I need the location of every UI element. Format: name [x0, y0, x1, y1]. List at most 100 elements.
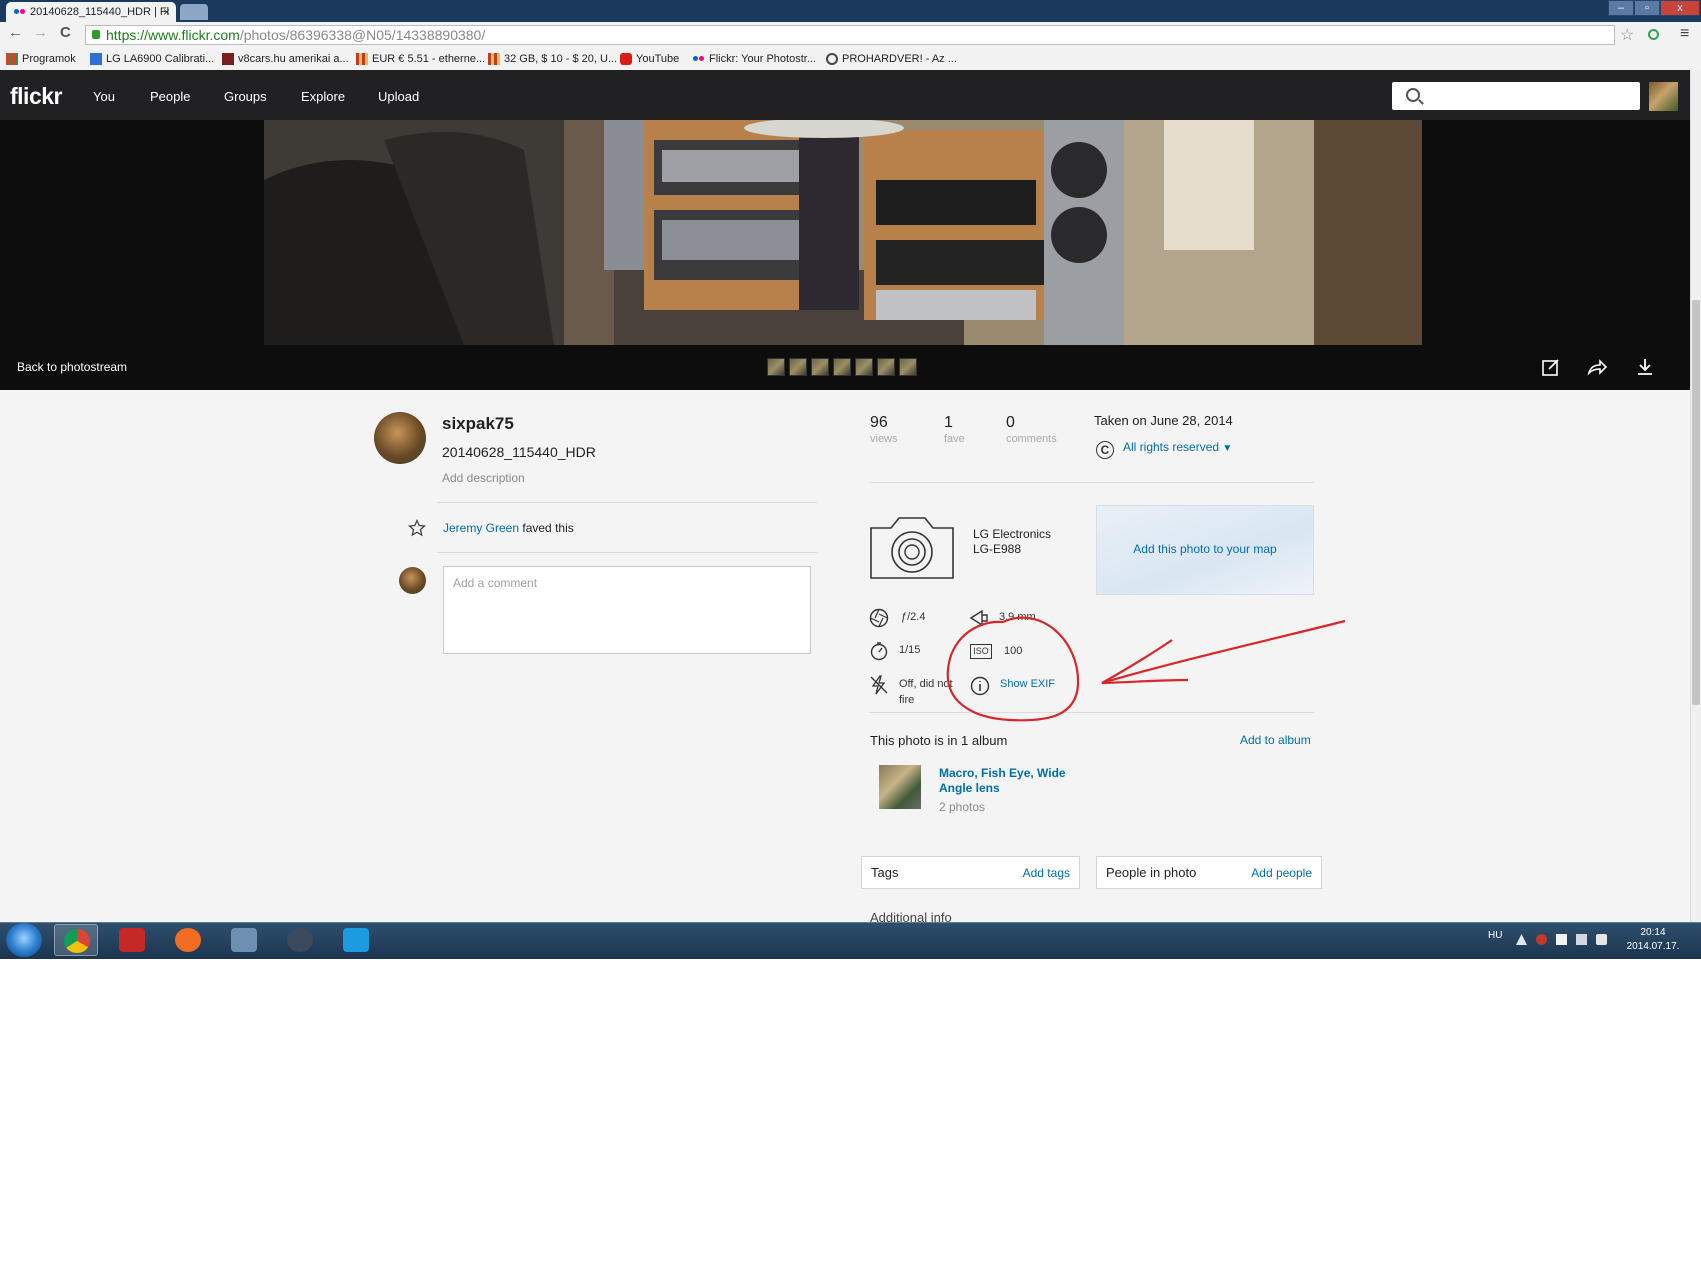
bookmark-flickr[interactable]: Flickr: Your Photostr...	[693, 51, 816, 67]
owner-avatar[interactable]	[374, 412, 426, 464]
flash-line1: Off, did not	[899, 678, 953, 690]
user-avatar[interactable]	[1649, 82, 1678, 111]
bookmark-lg[interactable]: LG LA6900 Calibrati...	[90, 51, 214, 67]
camera-info[interactable]: LG Electronics LG-E988	[973, 527, 1051, 557]
bookmark-prohardver[interactable]: PROHARDVER! - Az ...	[826, 51, 957, 67]
page-icon	[90, 53, 102, 65]
nav-people[interactable]: People	[150, 89, 190, 104]
album-name-line1: Macro, Fish Eye, Wide	[939, 766, 1066, 780]
flash-value: Off, did not fire	[899, 676, 953, 708]
nav-explore[interactable]: Explore	[301, 89, 345, 104]
photo-title[interactable]: 20140628_115440_HDR	[442, 444, 596, 460]
flickr-favicon-icon	[14, 9, 26, 15]
search-input[interactable]	[1392, 82, 1640, 110]
lock-icon	[92, 30, 100, 39]
tags-label: Tags	[871, 865, 899, 880]
taskbar-app-uplay[interactable]	[334, 924, 378, 956]
faves-label: fave	[944, 433, 965, 445]
extension-icon[interactable]	[1648, 29, 1659, 40]
taskbar-app-origin[interactable]	[166, 924, 210, 956]
filmstrip-thumb[interactable]	[855, 358, 873, 376]
browser-menu-icon[interactable]: ≡	[1680, 25, 1689, 43]
album-thumbnail[interactable]	[879, 765, 921, 809]
filmstrip-thumb[interactable]	[833, 358, 851, 376]
views-label: views	[870, 433, 898, 445]
add-people-link[interactable]: Add people	[1251, 866, 1312, 880]
taskbar-app-99[interactable]	[222, 924, 266, 956]
filmstrip-thumb[interactable]	[767, 358, 785, 376]
language-indicator[interactable]: HU	[1488, 930, 1502, 941]
photo-image	[264, 120, 1422, 345]
flickr-logo[interactable]: flickr	[10, 83, 62, 110]
clock-time: 20:14	[1640, 927, 1666, 938]
add-to-album-link[interactable]: Add to album	[1240, 733, 1311, 747]
apps-grid-icon	[6, 53, 18, 65]
filmstrip-thumb[interactable]	[877, 358, 895, 376]
edit-icon[interactable]	[1540, 356, 1562, 378]
nav-upload[interactable]: Upload	[378, 89, 419, 104]
add-to-map-button[interactable]: Add this photo to your map	[1096, 505, 1314, 595]
window-close-button[interactable]: x	[1660, 0, 1700, 16]
taskbar-app-chrome[interactable]	[54, 924, 98, 956]
scrollbar-thumb[interactable]	[1692, 300, 1700, 705]
browser-tab-active[interactable]: 20140628_115440_HDR | Fl ×	[6, 2, 176, 22]
window-maximize-button[interactable]: ▫	[1634, 0, 1660, 16]
nav-groups[interactable]: Groups	[224, 89, 267, 104]
taskbar-app-steam[interactable]	[278, 924, 322, 956]
date-taken[interactable]: Taken on June 28, 2014	[1094, 413, 1233, 428]
bookmark-label: v8cars.hu amerikai a...	[238, 53, 349, 65]
share-icon[interactable]	[1586, 356, 1608, 378]
new-tab-button[interactable]	[180, 4, 208, 20]
page-icon	[826, 53, 838, 65]
comment-input[interactable]: Add a comment	[443, 566, 811, 654]
flash-line2: fire	[899, 694, 915, 706]
volume-icon[interactable]	[1596, 934, 1607, 945]
filmstrip-thumb[interactable]	[789, 358, 807, 376]
main-photo[interactable]	[264, 120, 1422, 345]
views-count: 96	[870, 414, 888, 431]
bookmark-programok[interactable]: Programok	[6, 51, 76, 67]
add-tags-link[interactable]: Add tags	[1023, 866, 1070, 880]
flash-icon	[119, 928, 145, 952]
bookmark-label: EUR € 5.51 - etherne...	[372, 53, 486, 65]
faved-by-link[interactable]: Jeremy Green	[443, 521, 519, 535]
flickr-icon	[693, 53, 705, 65]
filmstrip-thumb[interactable]	[811, 358, 829, 376]
bookmark-star-icon[interactable]: ☆	[1620, 25, 1634, 45]
page-scrollbar[interactable]	[1690, 70, 1701, 922]
url-field[interactable]: https://www.flickr.com/photos/86396338@N…	[85, 25, 1615, 45]
network-icon[interactable]	[1576, 934, 1587, 945]
divider	[869, 482, 1314, 483]
bookmark-eur[interactable]: EUR € 5.51 - etherne...	[356, 51, 485, 67]
license-dropdown[interactable]: All rights reserved ▼	[1123, 440, 1232, 454]
download-icon[interactable]	[1634, 356, 1656, 378]
nav-you[interactable]: You	[93, 89, 115, 104]
divider	[437, 552, 817, 553]
bookmark-label: 32 GB, $ 10 - $ 20, U...	[504, 53, 618, 65]
faves-count: 1	[944, 414, 953, 431]
add-description-link[interactable]: Add description	[442, 471, 525, 485]
album-name-link[interactable]: Macro, Fish Eye, Wide Angle lens	[939, 766, 1066, 796]
taskbar-app-flash[interactable]	[110, 924, 154, 956]
page-icon	[356, 53, 368, 65]
start-button[interactable]	[6, 923, 42, 957]
clock[interactable]: 20:14 2014.07.17.	[1620, 926, 1686, 954]
back-to-photostream-link[interactable]: Back to photostream	[17, 360, 127, 374]
back-arrow-icon[interactable]: ←	[8, 24, 23, 41]
reload-icon[interactable]: C	[60, 24, 71, 41]
owner-name[interactable]: sixpak75	[442, 414, 514, 434]
tray-app-icon[interactable]	[1536, 934, 1547, 945]
commenter-avatar	[399, 567, 426, 594]
action-center-flag-icon[interactable]	[1556, 934, 1567, 945]
bookmark-v8cars[interactable]: v8cars.hu amerikai a...	[222, 51, 349, 67]
bookmark-youtube[interactable]: YouTube	[620, 51, 679, 67]
copyright-icon: C	[1096, 441, 1114, 459]
bookmark-32gb[interactable]: 32 GB, $ 10 - $ 20, U...	[488, 51, 617, 67]
clock-date: 2014.07.17.	[1626, 941, 1680, 952]
window-minimize-button[interactable]: –	[1608, 0, 1634, 16]
camera-icon[interactable]	[869, 514, 955, 580]
filmstrip-thumb[interactable]	[899, 358, 917, 376]
show-exif-link[interactable]: Show EXIF	[1000, 678, 1055, 690]
tab-close-icon[interactable]: ×	[163, 2, 170, 22]
forward-arrow-icon[interactable]: →	[33, 24, 48, 41]
